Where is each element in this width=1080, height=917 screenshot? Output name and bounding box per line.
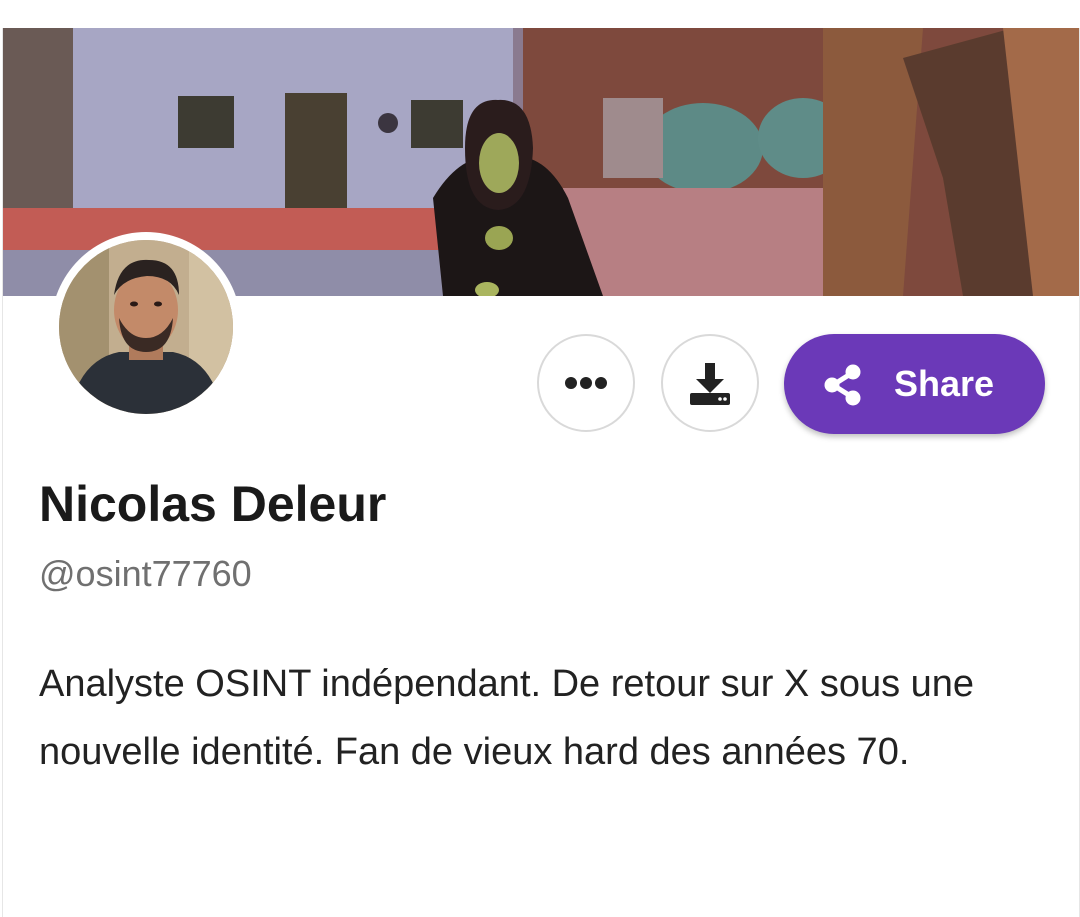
- more-options-button[interactable]: [537, 334, 635, 432]
- profile-handle: @osint77760: [39, 553, 252, 594]
- profile-actions: Share: [3, 334, 1079, 434]
- more-horizontal-icon: [565, 377, 607, 389]
- profile-bio: Analyste OSINT indépendant. De retour su…: [39, 663, 975, 773]
- status-area: [0, 0, 1080, 28]
- profile-card: Share Nicolas Deleur @osint77760 Analyst…: [2, 28, 1080, 917]
- share-button-label: Share: [894, 363, 995, 404]
- download-icon: [690, 363, 730, 405]
- download-button[interactable]: [661, 334, 759, 432]
- share-icon: [824, 364, 861, 406]
- profile-display-name: Nicolas Deleur: [39, 476, 387, 532]
- share-button[interactable]: Share: [784, 334, 1045, 434]
